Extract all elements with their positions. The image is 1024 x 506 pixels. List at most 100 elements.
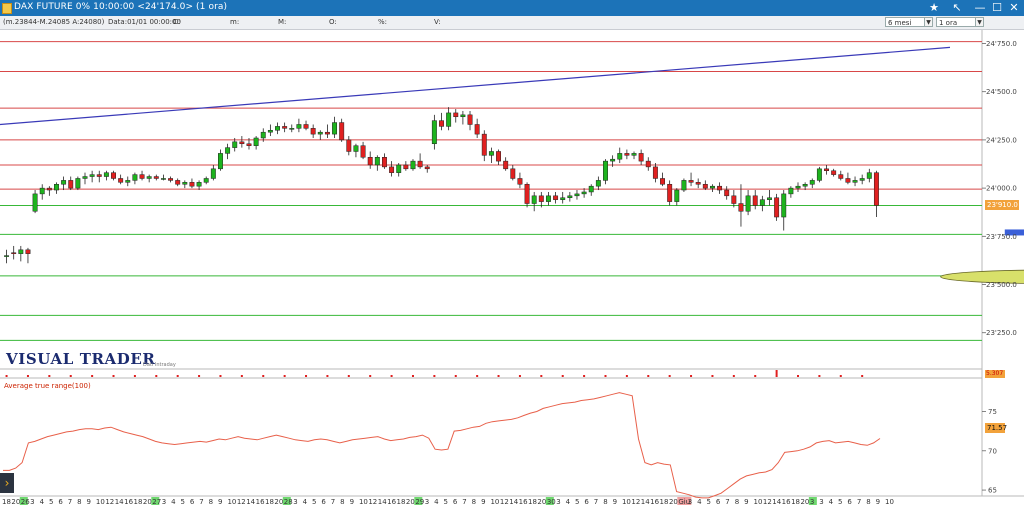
volume-bar xyxy=(326,375,329,377)
price-label-2: 24'250.0 xyxy=(986,136,1017,144)
price-label-5: 23'500.0 xyxy=(986,281,1017,289)
candle-down-body xyxy=(688,180,694,183)
candle-up-body xyxy=(567,195,573,198)
candle-down-body xyxy=(360,145,366,158)
expand-panel-button[interactable]: › xyxy=(0,473,14,493)
time-label: 7 xyxy=(331,498,335,506)
candle-down-body xyxy=(453,112,459,118)
price-label-0: 24'750.0 xyxy=(986,40,1017,48)
volume-bar xyxy=(668,375,671,377)
time-label: 16 xyxy=(519,498,528,506)
time-label: 7 xyxy=(857,498,861,506)
candle-down-body xyxy=(702,184,708,189)
time-label: 3 xyxy=(810,498,814,506)
candle-up-body xyxy=(816,168,822,181)
candle-up-body xyxy=(353,145,359,152)
time-label: 6 xyxy=(321,498,326,506)
chart-area[interactable]: 24'750.0 24'500.0 24'250.0 24'000.0 23'750.0… xyxy=(0,0,1024,506)
candle-up-body xyxy=(581,191,587,195)
time-label: 7 xyxy=(725,498,729,506)
time-label: 9 xyxy=(613,498,617,506)
candle-up-body xyxy=(595,180,601,187)
time-label: 6 xyxy=(584,498,589,506)
candle-up-body xyxy=(610,158,616,162)
candle-down-body xyxy=(467,114,473,125)
volume-bar xyxy=(476,375,479,377)
time-label: 14 xyxy=(509,498,518,506)
candle-up-body xyxy=(431,120,437,145)
candle-up-body xyxy=(289,128,295,130)
candle-down-body xyxy=(282,126,288,129)
time-label: 8 xyxy=(77,498,81,506)
candle-down-body xyxy=(111,172,116,179)
time-label: 4 xyxy=(829,498,834,506)
candle-down-body xyxy=(660,178,665,185)
volume-bar xyxy=(732,375,735,377)
time-label: 18 xyxy=(660,498,669,506)
time-label: 16 xyxy=(256,498,265,506)
candle-up-body xyxy=(745,195,751,212)
volume-bar xyxy=(91,375,94,377)
candle-up-body xyxy=(802,184,808,187)
candle-up-body xyxy=(674,189,680,202)
candle-up-body xyxy=(54,184,59,191)
price-label-1: 24'500.0 xyxy=(986,88,1017,96)
volume-bar xyxy=(133,375,136,377)
candle xyxy=(667,180,673,206)
time-label: 5 xyxy=(180,498,184,506)
candle-down-body xyxy=(175,180,181,185)
volume-bar xyxy=(604,375,607,377)
candle-up-body xyxy=(218,153,223,170)
candle-down-body xyxy=(189,182,195,187)
candle xyxy=(524,182,530,208)
volume-bar xyxy=(454,375,457,377)
candle-down-body xyxy=(424,166,430,170)
candle-up-body xyxy=(103,172,109,177)
time-label: 8 xyxy=(866,498,870,506)
candle-down-body xyxy=(667,184,673,202)
candle-down-body xyxy=(553,195,559,200)
time-label: 12 xyxy=(368,498,377,506)
time-label: 18 xyxy=(134,498,143,506)
time-label: 5 xyxy=(838,498,842,506)
candle-up-body xyxy=(545,195,551,202)
candle-up-body xyxy=(788,187,794,195)
time-label: 26 xyxy=(21,498,30,506)
price-label-3: 24'000.0 xyxy=(986,185,1017,193)
time-label: 10 xyxy=(885,498,894,506)
candle-down-body xyxy=(517,178,523,185)
atr-indicator-label: Average true range(100) xyxy=(4,382,91,390)
candle-down-body xyxy=(25,249,31,254)
candle-down-body xyxy=(845,178,851,183)
volume-bar xyxy=(561,375,564,377)
volume-bar xyxy=(198,375,201,377)
candle-down-body xyxy=(638,153,644,162)
candle xyxy=(75,176,81,191)
volume-bar xyxy=(861,375,864,377)
candle-down-body xyxy=(645,160,651,168)
volume-value-tag: 5.307 xyxy=(985,370,1005,378)
time-label: 12 xyxy=(763,498,772,506)
candle-up-body xyxy=(603,160,608,181)
time-label: 3 xyxy=(425,498,429,506)
candle-down-body xyxy=(538,195,544,202)
time-label: 12 xyxy=(237,498,246,506)
price-label-6: 23'250.0 xyxy=(986,329,1017,337)
time-label: 4 xyxy=(697,498,702,506)
time-label: 10 xyxy=(359,498,368,506)
atr-label-0: 75 xyxy=(988,408,997,416)
volume-bar xyxy=(433,375,436,377)
volume-bar xyxy=(347,375,350,377)
time-label: 5 xyxy=(575,498,579,506)
volume-bar xyxy=(839,375,842,377)
candle-up-body xyxy=(852,180,858,183)
candle-down-body xyxy=(11,252,17,254)
candle-down-body xyxy=(503,160,509,170)
candle-up-body xyxy=(560,197,566,200)
candle-down-body xyxy=(153,176,159,179)
time-label: 20 xyxy=(274,498,283,506)
candle-down-body xyxy=(831,170,837,175)
volume-bar xyxy=(5,375,8,377)
time-label: 18 xyxy=(2,498,11,506)
candle-down-body xyxy=(695,182,701,185)
